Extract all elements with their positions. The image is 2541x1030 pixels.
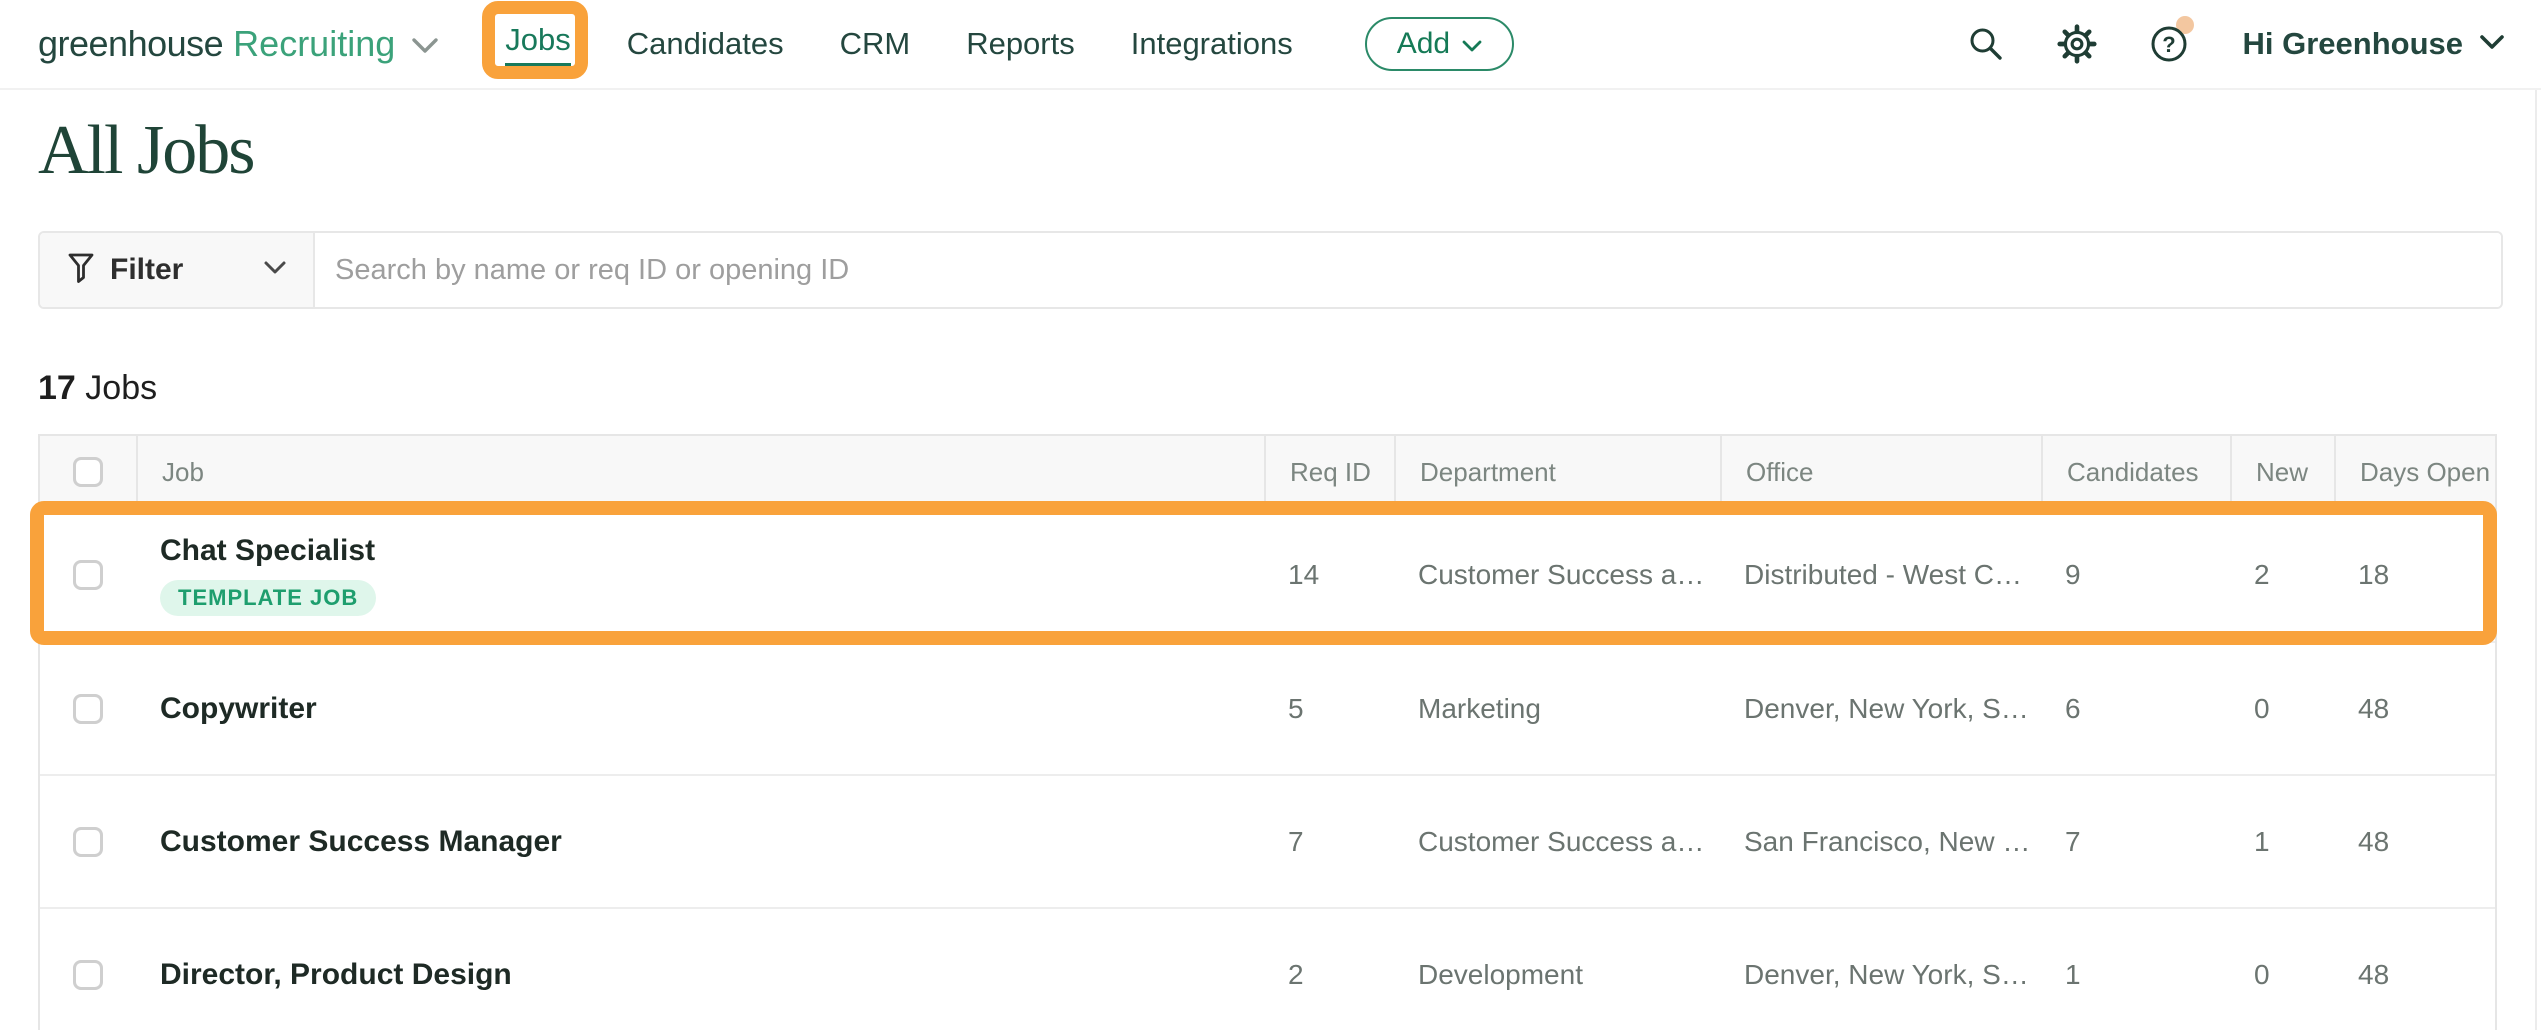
row-checkbox[interactable] <box>73 960 103 990</box>
filter-button[interactable]: Filter <box>40 233 315 307</box>
logo-recruiting: Recruiting <box>233 23 395 65</box>
filter-label: Filter <box>110 253 183 287</box>
job-cell: Customer Success Manager <box>136 776 1264 907</box>
nav-item-crm[interactable]: CRM <box>840 26 911 62</box>
chevron-down-icon <box>411 37 439 59</box>
new-cell: 1 <box>2230 776 2334 907</box>
row-checkbox[interactable] <box>73 560 103 590</box>
search-icon[interactable] <box>1967 25 2005 63</box>
days-open-cell: 48 <box>2334 909 2495 1030</box>
chevron-down-icon <box>1462 27 1482 61</box>
column-header-job[interactable]: Job <box>136 436 1264 508</box>
job-title-link[interactable]: Copywriter <box>160 692 317 726</box>
req-id-cell: 5 <box>1264 643 1394 774</box>
column-header-new[interactable]: New <box>2230 436 2334 508</box>
req-id-cell: 7 <box>1264 776 1394 907</box>
department-cell: Development <box>1394 909 1720 1030</box>
job-title-link[interactable]: Chat Specialist <box>160 534 375 568</box>
column-header-candidates[interactable]: Candidates <box>2041 436 2230 508</box>
department-cell: Customer Success a… <box>1394 776 1720 907</box>
row-checkbox-cell <box>40 909 136 1030</box>
department-cell: Marketing <box>1394 643 1720 774</box>
job-cell: Director, Product Design <box>136 909 1264 1030</box>
row-checkbox-cell <box>40 776 136 907</box>
department-cell: Customer Success a… <box>1394 508 1720 641</box>
top-nav: greenhouse Recruiting Jobs Candidates CR… <box>0 0 2541 90</box>
days-open-cell: 48 <box>2334 776 2495 907</box>
nav-utilities: ? Hi Greenhouse <box>1967 24 2506 64</box>
funnel-icon <box>66 252 96 289</box>
new-cell: 2 <box>2230 508 2334 641</box>
search-input[interactable] <box>315 233 2501 307</box>
jobs-count-label: Jobs <box>85 369 157 407</box>
table-header: Job Req ID Department Office Candidates … <box>40 436 2495 508</box>
office-cell: Distributed - West C… <box>1720 508 2041 641</box>
candidates-cell: 9 <box>2041 508 2230 641</box>
job-cell: Chat Specialist TEMPLATE JOB <box>136 508 1264 641</box>
page-title: All Jobs <box>38 112 2503 189</box>
nav-item-integrations[interactable]: Integrations <box>1131 26 1293 62</box>
select-all-checkbox[interactable] <box>73 457 103 487</box>
add-button[interactable]: Add <box>1365 17 1514 71</box>
candidates-cell: 1 <box>2041 909 2230 1030</box>
new-cell: 0 <box>2230 643 2334 774</box>
logo-menu[interactable]: greenhouse Recruiting <box>38 23 439 65</box>
column-header-req-id[interactable]: Req ID <box>1264 436 1394 508</box>
job-title-link[interactable]: Customer Success Manager <box>160 825 562 859</box>
user-menu[interactable]: Hi Greenhouse <box>2243 26 2506 62</box>
svg-text:?: ? <box>2162 32 2175 57</box>
candidates-cell: 7 <box>2041 776 2230 907</box>
row-checkbox-cell <box>40 643 136 774</box>
add-button-label: Add <box>1397 27 1450 61</box>
primary-nav: Jobs Candidates CRM Reports Integrations <box>505 22 1292 67</box>
candidates-cell: 6 <box>2041 643 2230 774</box>
jobs-table: Job Req ID Department Office Candidates … <box>38 434 2497 1030</box>
nav-item-reports[interactable]: Reports <box>966 26 1075 62</box>
chevron-down-icon <box>2479 34 2505 55</box>
nav-item-candidates[interactable]: Candidates <box>627 26 784 62</box>
table-row[interactable]: Director, Product Design 2 Development D… <box>40 907 2495 1030</box>
req-id-cell: 2 <box>1264 909 1394 1030</box>
header-checkbox-cell <box>40 436 136 508</box>
job-title-link[interactable]: Director, Product Design <box>160 958 512 992</box>
main-content: All Jobs Filter 17 Jobs <box>0 112 2541 1030</box>
column-header-department[interactable]: Department <box>1394 436 1720 508</box>
column-header-days-open[interactable]: Days Open <box>2334 436 2495 508</box>
new-cell: 0 <box>2230 909 2334 1030</box>
gear-icon[interactable] <box>2057 24 2097 64</box>
days-open-cell: 18 <box>2334 508 2495 641</box>
logo-greenhouse: greenhouse <box>38 23 223 65</box>
days-open-cell: 48 <box>2334 643 2495 774</box>
row-checkbox-cell <box>40 508 136 641</box>
row-checkbox[interactable] <box>73 827 103 857</box>
filter-bar: Filter <box>38 231 2503 309</box>
req-id-cell: 14 <box>1264 508 1394 641</box>
help-icon[interactable]: ? <box>2149 24 2189 64</box>
column-header-office[interactable]: Office <box>1720 436 2041 508</box>
table-row[interactable]: Chat Specialist TEMPLATE JOB 14 Customer… <box>40 508 2495 641</box>
office-cell: Denver, New York, S… <box>1720 909 2041 1030</box>
table-row[interactable]: Copywriter 5 Marketing Denver, New York,… <box>40 641 2495 774</box>
nav-item-jobs[interactable]: Jobs <box>505 22 570 67</box>
greenhouse-jobs-page: greenhouse Recruiting Jobs Candidates CR… <box>0 0 2541 1030</box>
table-row[interactable]: Customer Success Manager 7 Customer Succ… <box>40 774 2495 907</box>
job-cell: Copywriter <box>136 643 1264 774</box>
user-name: Hi Greenhouse <box>2243 26 2464 62</box>
row-checkbox[interactable] <box>73 694 103 724</box>
viewport-edge-divider <box>2535 90 2537 1030</box>
chevron-down-icon <box>263 260 287 280</box>
office-cell: Denver, New York, S… <box>1720 643 2041 774</box>
office-cell: San Francisco, New … <box>1720 776 2041 907</box>
template-job-badge: TEMPLATE JOB <box>160 580 376 616</box>
jobs-count: 17 Jobs <box>38 369 2503 408</box>
jobs-count-number: 17 <box>38 369 76 407</box>
